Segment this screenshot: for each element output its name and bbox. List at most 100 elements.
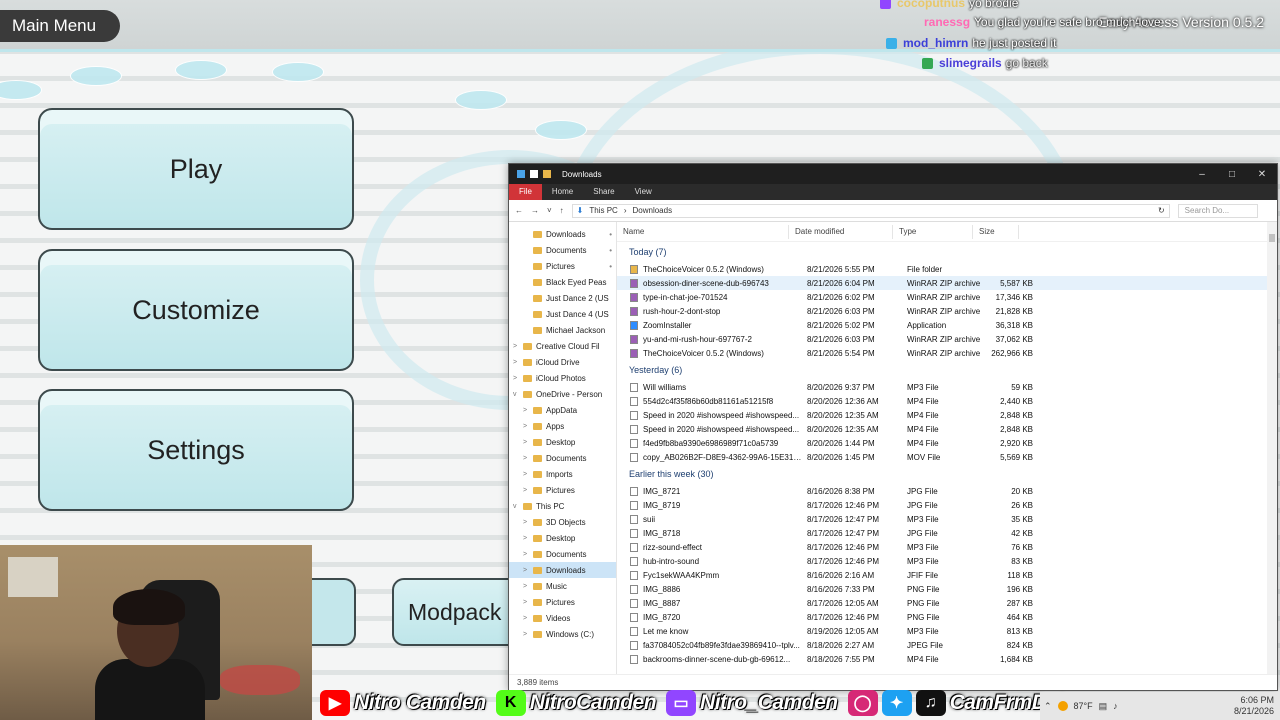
collapsed-chevron-icon[interactable]: > — [513, 343, 521, 350]
file-row[interactable]: TheChoiceVoicer 0.5.2 (Windows) 8/21/2026… — [617, 346, 1277, 360]
network-icon[interactable]: ▤ — [1099, 701, 1108, 712]
nav-item[interactable]: Michael Jackson — [509, 322, 616, 338]
nav-item[interactable]: Documents • — [509, 242, 616, 258]
settings-button[interactable]: Settings — [38, 389, 354, 511]
properties-icon[interactable] — [530, 170, 538, 178]
file-row[interactable]: type-in-chat-joe-701524 8/21/2026 6:02 PM… — [617, 290, 1277, 304]
file-row[interactable]: ZoomInstaller 8/21/2026 5:02 PM Applicatio… — [617, 318, 1277, 332]
collapsed-chevron-icon[interactable]: > — [523, 567, 531, 574]
collapsed-chevron-icon[interactable]: > — [523, 519, 531, 526]
file-row[interactable]: Let me know 8/19/2026 12:05 AM MP3 File 813… — [617, 624, 1277, 638]
collapsed-chevron-icon[interactable]: > — [513, 359, 521, 366]
column-header-date[interactable]: Date modified — [789, 224, 893, 239]
file-row[interactable]: Speed in 2020 #ishowspeed #ishowspeed...… — [617, 408, 1277, 422]
collapsed-chevron-icon[interactable]: > — [523, 631, 531, 638]
file-row[interactable]: suii 8/17/2026 12:47 PM MP3 File 35 KB — [617, 512, 1277, 526]
file-row[interactable]: 554d2c4f35f86b60db81161a51215f8 8/20/2026… — [617, 394, 1277, 408]
file-row[interactable]: f4ed9fb8ba9390e6986989f71c0a5739 8/20/202… — [617, 436, 1277, 450]
collapsed-chevron-icon[interactable]: > — [523, 583, 531, 590]
vertical-scrollbar[interactable] — [1267, 222, 1277, 674]
file-row[interactable]: Speed in 2020 #ishowspeed #ishowspeed...… — [617, 422, 1277, 436]
nav-item[interactable]: > Documents — [509, 450, 616, 466]
group-header[interactable]: Today (7) — [617, 242, 1277, 262]
group-header[interactable]: Yesterday (6) — [617, 360, 1277, 380]
nav-item[interactable]: > Documents — [509, 546, 616, 562]
path-breadcrumb[interactable]: ⬇ This PC › Downloads ↻ — [571, 203, 1170, 218]
clock[interactable]: 6:06 PM 8/21/2026 — [1234, 695, 1280, 717]
tab-view[interactable]: View — [625, 184, 662, 200]
nav-item[interactable]: v This PC — [509, 498, 616, 514]
maximize-icon[interactable]: □ — [1217, 169, 1247, 180]
nav-item[interactable]: > Downloads — [509, 562, 616, 578]
nav-item[interactable]: > Pictures — [509, 594, 616, 610]
file-row[interactable]: obsession-diner-scene-dub-696743 8/21/202… — [617, 276, 1277, 290]
file-row[interactable]: hub-intro-sound 8/17/2026 12:46 PM MP3 Fil… — [617, 554, 1277, 568]
chevron-up-icon[interactable]: ⌃ — [1044, 701, 1052, 712]
customize-button[interactable]: Customize — [38, 249, 354, 371]
nav-item[interactable]: > AppData — [509, 402, 616, 418]
file-row[interactable]: rizz-sound-effect 8/17/2026 12:46 PM MP3 F… — [617, 540, 1277, 554]
breadcrumb-downloads[interactable]: Downloads — [633, 206, 673, 215]
up-arrow-icon[interactable]: ↑ — [560, 206, 564, 215]
file-row[interactable]: IMG_8720 8/17/2026 12:46 PM PNG File 464 KB — [617, 610, 1277, 624]
tab-home[interactable]: Home — [542, 184, 583, 200]
file-row[interactable]: IMG_8718 8/17/2026 12:47 PM JPG File 42 KB — [617, 526, 1277, 540]
column-header-type[interactable]: Type — [893, 224, 973, 239]
nav-item[interactable]: > Imports — [509, 466, 616, 482]
column-header-name[interactable]: Name — [617, 224, 789, 239]
play-button[interactable]: Play — [38, 108, 354, 230]
back-arrow-icon[interactable]: ← — [515, 206, 523, 215]
tab-file[interactable]: File — [509, 184, 542, 200]
nav-item[interactable]: > Videos — [509, 610, 616, 626]
nav-item[interactable]: > Windows (C:) — [509, 626, 616, 642]
nav-item[interactable]: > Creative Cloud Fil — [509, 338, 616, 354]
collapsed-chevron-icon[interactable]: > — [523, 615, 531, 622]
nav-item[interactable]: Black Eyed Peas — [509, 274, 616, 290]
search-input[interactable]: Search Do... — [1177, 203, 1258, 218]
nav-item[interactable]: > Pictures — [509, 482, 616, 498]
collapsed-chevron-icon[interactable]: > — [523, 551, 531, 558]
nav-item[interactable]: > Desktop — [509, 530, 616, 546]
volume-icon[interactable]: ♪ — [1113, 701, 1118, 711]
file-explorer-window[interactable]: Downloads – □ ✕ File Home Share View ← →… — [508, 163, 1278, 691]
navigation-pane[interactable]: Downloads • Documents • Pictures • Black Eyed … — [509, 222, 617, 674]
expanded-chevron-icon[interactable]: v — [513, 391, 521, 398]
nav-item[interactable]: Pictures • — [509, 258, 616, 274]
file-row[interactable]: TheChoiceVoicer 0.5.2 (Windows) 8/21/2026… — [617, 262, 1277, 276]
nav-item[interactable]: Downloads • — [509, 226, 616, 242]
nav-item[interactable]: > iCloud Drive — [509, 354, 616, 370]
nav-item[interactable]: >3D Objects — [509, 514, 616, 530]
collapsed-chevron-icon[interactable]: > — [523, 423, 531, 430]
file-list[interactable]: Name Date modified Type Size Today (7) Th… — [617, 222, 1277, 674]
file-row[interactable]: backrooms-dinner-scene-dub-gb-69612... 8/… — [617, 652, 1277, 666]
collapsed-chevron-icon[interactable]: > — [523, 599, 531, 606]
minimize-icon[interactable]: – — [1187, 169, 1217, 180]
collapsed-chevron-icon[interactable]: > — [523, 407, 531, 414]
collapsed-chevron-icon[interactable]: > — [513, 375, 521, 382]
explorer-titlebar[interactable]: Downloads – □ ✕ — [509, 164, 1277, 184]
expanded-chevron-icon[interactable]: v — [513, 503, 521, 510]
file-row[interactable]: copy_AB026B2F-D8E9-4362-99A6-15E319... 8/… — [617, 450, 1277, 464]
collapsed-chevron-icon[interactable]: > — [523, 471, 531, 478]
nav-item[interactable]: > iCloud Photos — [509, 370, 616, 386]
close-icon[interactable]: ✕ — [1247, 169, 1277, 180]
nav-item[interactable]: v OneDrive - Person — [509, 386, 616, 402]
file-row[interactable]: fa37084052c04fb89fe3fdae39869410--tplv..… — [617, 638, 1277, 652]
file-row[interactable]: IMG_8721 8/16/2026 8:38 PM JPG File 20 KB — [617, 484, 1277, 498]
file-row[interactable]: Will williams 8/20/2026 9:37 PM MP3 File 59… — [617, 380, 1277, 394]
collapsed-chevron-icon[interactable]: > — [523, 455, 531, 462]
nav-item[interactable]: Just Dance 4 (US — [509, 306, 616, 322]
file-row[interactable]: yu-and-mi-rush-hour-697767-2 8/21/2026 6:… — [617, 332, 1277, 346]
breadcrumb-this-pc[interactable]: This PC — [589, 206, 617, 215]
forward-arrow-icon[interactable]: → — [531, 206, 539, 215]
nav-item[interactable]: > Desktop — [509, 434, 616, 450]
file-row[interactable]: rush-hour-2-dont-stop 8/21/2026 6:03 PM Wi… — [617, 304, 1277, 318]
group-header[interactable]: Earlier this week (30) — [617, 464, 1277, 484]
scrollbar-thumb[interactable] — [1269, 234, 1275, 242]
nav-item[interactable]: > Apps — [509, 418, 616, 434]
file-row[interactable]: IMG_8886 8/16/2026 7:33 PM PNG File 196 KB — [617, 582, 1277, 596]
tab-share[interactable]: Share — [583, 184, 624, 200]
file-row[interactable]: IMG_8887 8/17/2026 12:05 AM PNG File 287 KB — [617, 596, 1277, 610]
recent-locations-icon[interactable]: ˅ — [547, 206, 552, 215]
column-header-size[interactable]: Size — [973, 224, 1019, 239]
